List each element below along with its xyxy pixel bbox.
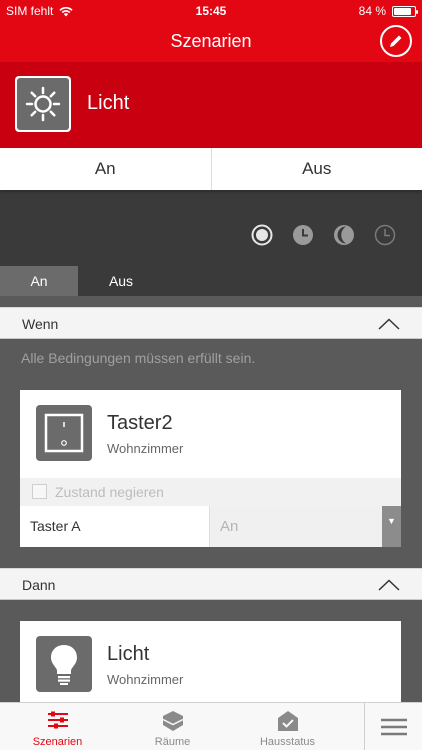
chevron-up-icon	[378, 318, 400, 330]
tab-raeume[interactable]: Räume	[115, 703, 230, 750]
bulb-icon	[51, 645, 77, 685]
action-card: Licht Wohnzimmer	[20, 621, 401, 703]
switch-icon	[44, 413, 84, 453]
house-check-icon	[277, 711, 298, 731]
trigger-select-value: An	[220, 518, 239, 535]
battery-percent: 84 %	[358, 4, 386, 18]
tab-hausstatus-label: Hausstatus	[259, 736, 316, 748]
menu-icon	[381, 718, 407, 736]
sun-icon	[25, 86, 61, 122]
toggle-pointer	[190, 189, 230, 211]
subtab-on[interactable]: An	[0, 266, 78, 296]
trigger-label: Taster A	[30, 518, 81, 534]
scene-banner: Licht	[0, 62, 422, 148]
status-bar: SIM fehlt 15:45 84 %	[0, 0, 422, 22]
subtabs: An Aus	[0, 266, 422, 296]
action-device-name: Licht	[107, 643, 150, 665]
chevron-up-icon	[378, 579, 400, 591]
condition-card: Taster2 Wohnzimmer Zustand negieren Tast…	[20, 390, 401, 547]
scene-icon-box	[15, 76, 71, 132]
negate-row: Zustand negieren	[20, 478, 401, 506]
condition-device-name: Taster2	[107, 412, 173, 434]
tab-szenarien-label: Szenarien	[32, 736, 83, 748]
clock-icon[interactable]	[292, 224, 314, 246]
cube-icon	[162, 711, 183, 731]
sliders-icon	[47, 711, 68, 729]
trigger-row: Taster A An ▼	[20, 506, 401, 547]
conditions-hint: Alle Bedingungen müssen erfüllt sein.	[21, 350, 256, 366]
moon-icon[interactable]	[333, 224, 355, 246]
subtab-off[interactable]: Aus	[78, 266, 164, 296]
on-off-toggle: An Aus	[0, 148, 422, 190]
when-header-label: Wenn	[22, 316, 59, 332]
pencil-icon	[390, 35, 402, 47]
toggle-on-button[interactable]: An	[0, 148, 211, 190]
negate-checkbox[interactable]	[32, 484, 47, 499]
menu-button[interactable]	[364, 703, 422, 750]
radio-icon[interactable]	[251, 224, 273, 246]
tab-hausstatus[interactable]: Hausstatus	[230, 703, 345, 750]
clock-outline-icon[interactable]	[374, 224, 396, 246]
toggle-off-button[interactable]: Aus	[210, 148, 422, 190]
tab-szenarien[interactable]: Szenarien	[0, 703, 115, 750]
tab-bar: Szenarien Räume Hausstatus	[0, 702, 422, 750]
device-icon-box	[36, 636, 92, 692]
then-header-label: Dann	[22, 577, 56, 593]
battery-icon	[392, 5, 418, 17]
negate-label: Zustand negieren	[55, 484, 164, 500]
trigger-select[interactable]: An ▼	[209, 506, 401, 547]
tab-raeume-label: Räume	[154, 736, 191, 748]
when-section-header[interactable]: Wenn	[0, 307, 422, 339]
device-icon-box	[36, 405, 92, 461]
page-title: Szenarien	[170, 31, 252, 51]
then-section-header[interactable]: Dann	[0, 568, 422, 600]
action-device-room: Wohnzimmer	[107, 672, 184, 687]
condition-device-room: Wohnzimmer	[107, 441, 184, 456]
edit-button[interactable]	[380, 25, 412, 57]
scene-name: Licht	[87, 92, 130, 114]
dropdown-arrow-icon: ▼	[382, 506, 401, 547]
